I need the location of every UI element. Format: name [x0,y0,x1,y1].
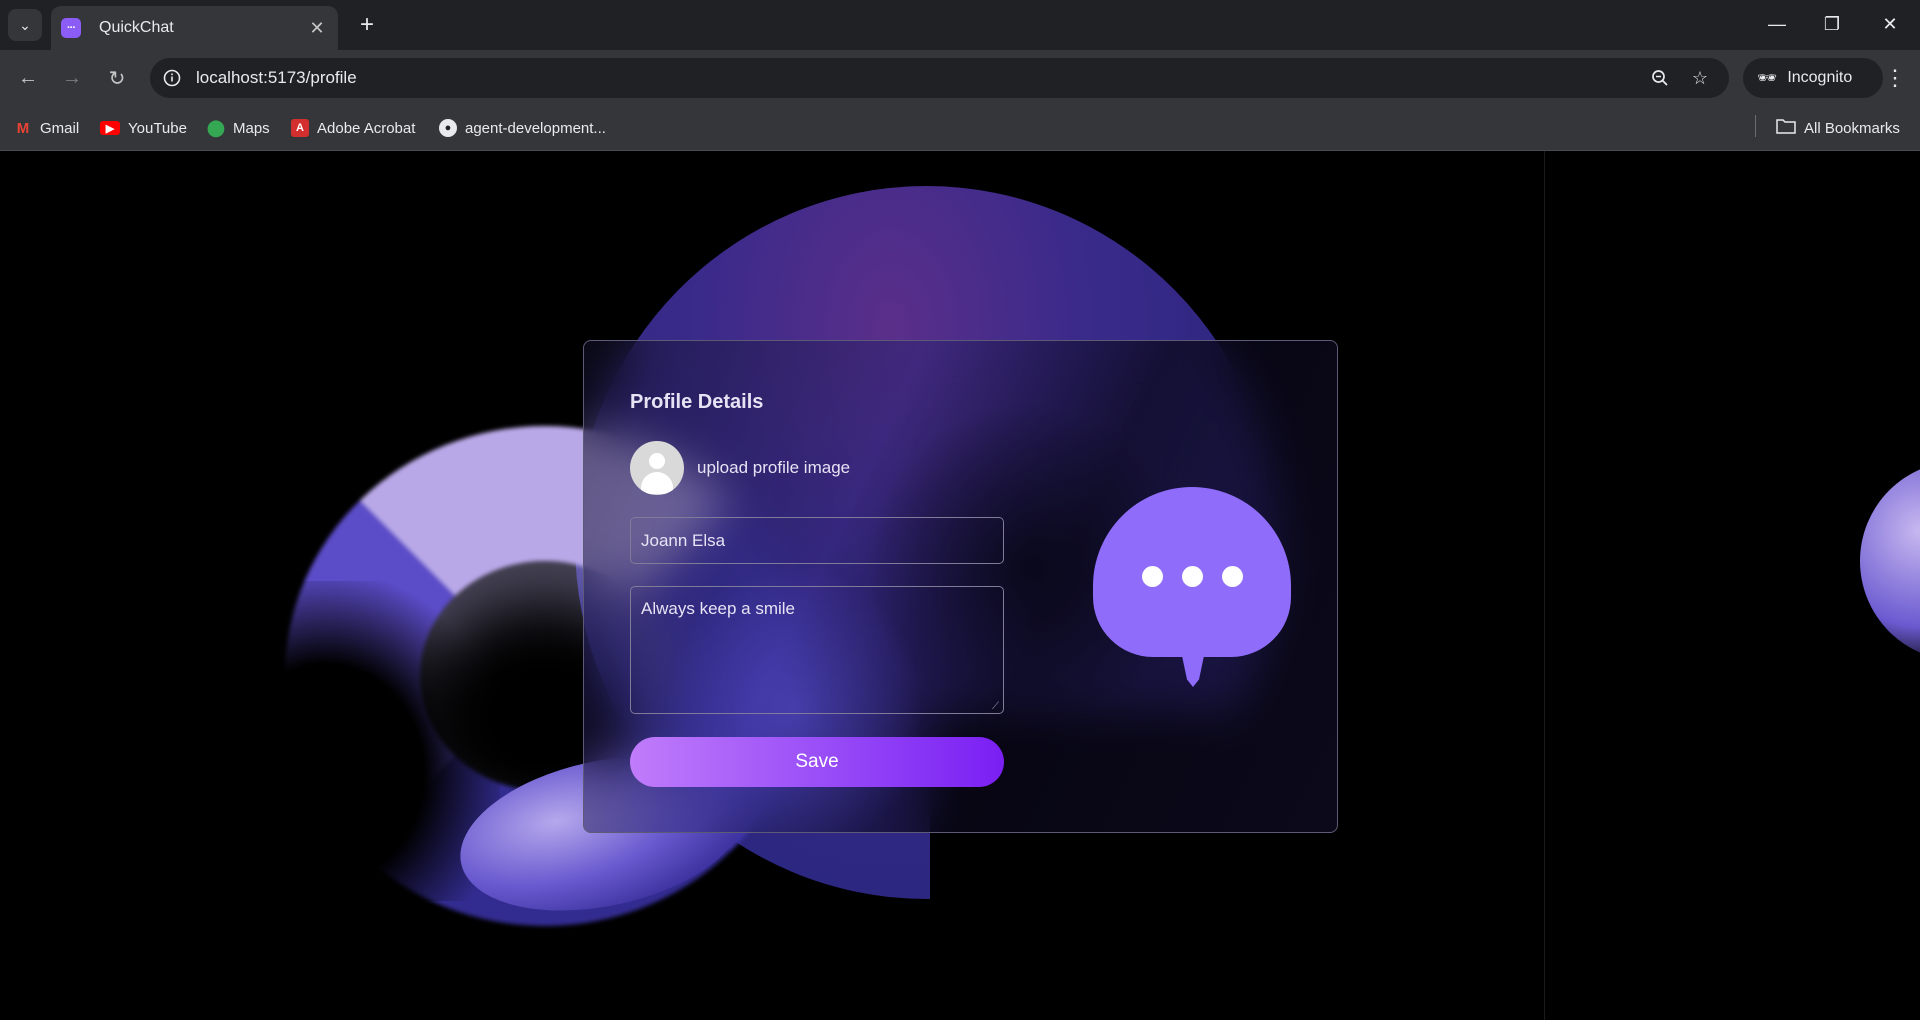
tab-title: QuickChat [99,19,174,36]
bookmark-label: agent-development... [465,119,606,137]
upload-profile-image-link[interactable]: upload profile image [697,458,850,478]
bio-textarea[interactable]: Always keep a smile [630,586,1004,714]
tab-search-button[interactable]: ⌄ [8,9,42,41]
url-text: localhost:5173/profile [196,68,357,87]
incognito-badge[interactable]: 🕶 Incognito [1743,58,1883,98]
incognito-label: Incognito [1787,69,1853,86]
gmail-icon: M [16,119,30,137]
minimize-button[interactable]: — [1757,6,1797,42]
typing-dot [1222,566,1243,587]
typing-dot [1182,566,1203,587]
close-window-button[interactable]: ✕ [1870,6,1910,42]
tab-strip: ⌄ ··· QuickChat ✕ + — ❐ ✕ [0,0,1920,50]
bookmark-adobe-acrobat[interactable]: A Adobe Acrobat [291,115,415,141]
resize-grip-icon[interactable]: ⟋ [992,702,1002,712]
page-title: Profile Details [630,391,764,413]
bookmark-gmail[interactable]: M Gmail [14,115,79,141]
close-icon[interactable]: ✕ [306,17,328,39]
star-icon[interactable]: ☆ [1688,66,1712,90]
avatar-head [649,453,665,469]
page-viewport: Profile Details upload profile image Alw… [0,151,1920,1020]
restore-button[interactable]: ❐ [1812,6,1852,42]
zoom-icon[interactable] [1648,66,1672,90]
reload-button[interactable]: ↻ [101,62,133,94]
chat-bubble-icon: ··· [61,18,81,38]
acrobat-icon: A [291,119,309,137]
save-button[interactable]: Save [630,737,1004,787]
back-button[interactable]: ← [12,62,44,94]
bookmark-label: YouTube [128,119,187,137]
folder-icon [1776,118,1796,138]
site-info-icon[interactable] [160,66,184,90]
all-bookmarks[interactable]: All Bookmarks [1776,115,1900,141]
bookmark-agent-development[interactable]: ● agent-development... [439,115,606,141]
page-divider [1544,151,1545,1020]
bookmarks-separator [1755,115,1756,137]
incognito-icon: 🕶 [1757,70,1778,87]
more-menu-icon[interactable]: ⋮ [1880,62,1910,94]
background-edge-shape [1860,461,1920,661]
tab-quickchat[interactable]: ··· QuickChat ✕ [51,6,338,50]
name-input[interactable] [630,517,1004,564]
maps-icon: ⬤ [207,120,225,137]
bookmark-youtube[interactable]: ▶ YouTube [100,115,187,141]
bookmark-label: Gmail [40,119,80,137]
avatar-body [641,472,673,494]
youtube-icon: ▶ [100,121,120,135]
bookmark-label: Adobe Acrobat [317,119,416,137]
typing-dot [1142,566,1163,587]
forward-button[interactable]: → [56,62,88,94]
address-bar[interactable]: localhost:5173/profile ☆ [150,58,1729,98]
browser-toolbar: ← → ↻ localhost:5173/profile ☆ 🕶 Incogni… [0,50,1920,105]
github-icon: ● [439,119,457,137]
new-tab-button[interactable]: + [352,10,382,40]
chevron-down-icon: ⌄ [19,16,31,33]
avatar[interactable] [630,441,684,495]
chat-logo [1093,487,1291,687]
bookmark-maps[interactable]: ⬤ Maps [207,115,270,141]
chat-bubble-tail [1178,637,1208,687]
bookmarks-bar: M Gmail ▶ YouTube ⬤ Maps A Adobe Acrobat… [0,105,1920,151]
all-bookmarks-label: All Bookmarks [1804,119,1900,137]
bookmark-label: Maps [233,119,270,137]
